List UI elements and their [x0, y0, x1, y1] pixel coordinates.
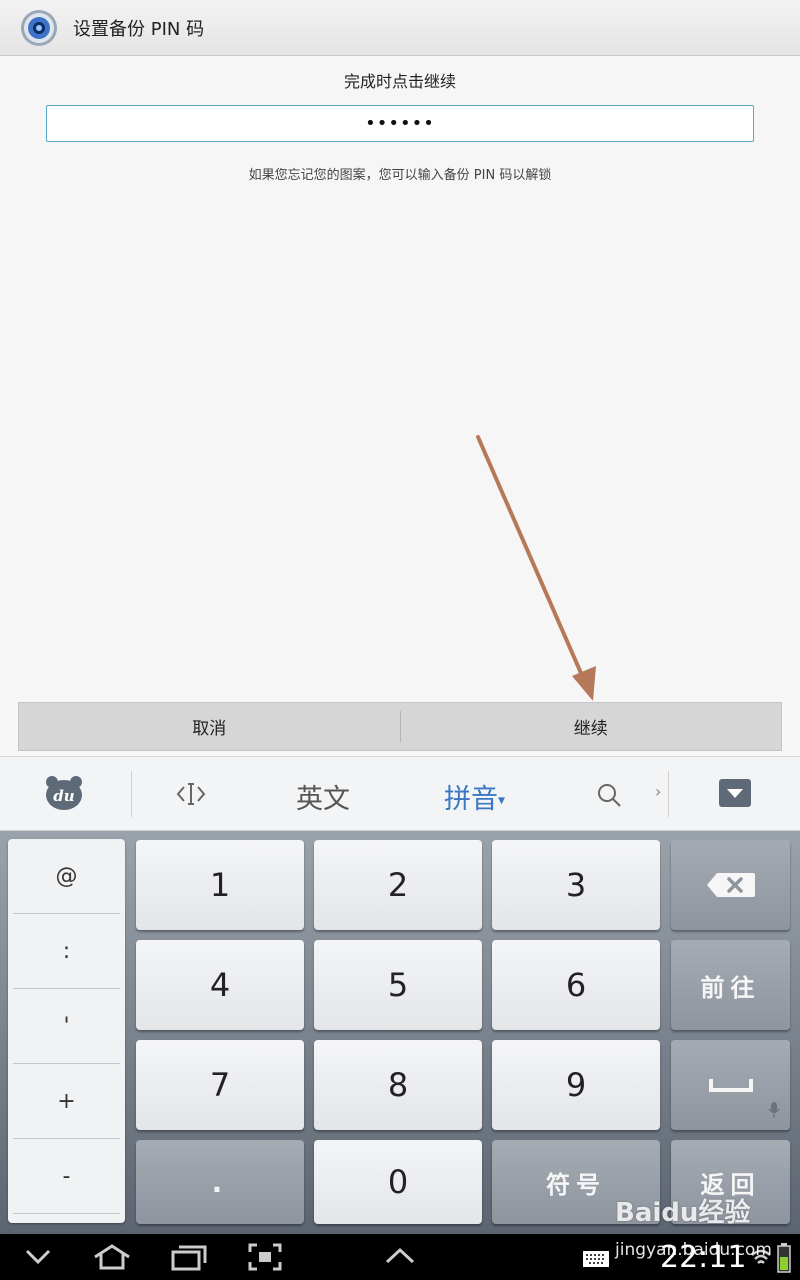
digit-key[interactable]: 1 — [136, 840, 304, 930]
symbol-key[interactable]: - — [13, 1139, 120, 1214]
english-mode[interactable]: 英文 — [296, 777, 350, 816]
du-logo-icon[interactable]: du — [45, 774, 83, 812]
digit-key[interactable]: 2 — [314, 840, 482, 930]
dot-key[interactable]: . — [136, 1140, 304, 1224]
home-icon[interactable] — [92, 1243, 132, 1271]
more-arrow-icon[interactable]: › — [655, 782, 661, 801]
content-area: 完成时点击继续 •••••• 如果您忘记您的图案，您可以输入备份 PIN 码以解… — [0, 56, 800, 756]
digit-key[interactable]: 4 — [136, 940, 304, 1030]
digit-key[interactable]: 7 — [136, 1040, 304, 1130]
hide-keyboard-icon[interactable] — [718, 778, 752, 808]
digit-key[interactable]: 8 — [314, 1040, 482, 1130]
symbol-key[interactable]: ' — [13, 989, 120, 1064]
keyboard: @ : ' + - 1 2 3 4 5 6 前往 7 8 9 . 0 符号 返回 — [0, 831, 800, 1234]
search-icon[interactable] — [596, 782, 622, 808]
chevron-down-icon[interactable] — [24, 1243, 52, 1271]
settings-gear-icon — [21, 9, 57, 46]
symbol-key[interactable]: : — [13, 914, 120, 989]
pinyin-mode[interactable]: 拼音▾ — [444, 777, 505, 816]
recent-apps-icon[interactable] — [170, 1243, 208, 1271]
divider — [131, 771, 132, 817]
screenshot-icon[interactable] — [248, 1243, 282, 1271]
cancel-button[interactable]: 取消 — [19, 703, 400, 750]
action-bar: 取消 继续 — [18, 702, 782, 751]
cursor-icon[interactable] — [175, 781, 207, 807]
continue-button[interactable]: 继续 — [401, 703, 782, 750]
digit-key[interactable]: 9 — [492, 1040, 660, 1130]
microphone-icon — [768, 1102, 780, 1118]
go-key[interactable]: 前往 — [671, 940, 790, 1030]
page-title: 设置备份 PIN 码 — [73, 18, 205, 40]
symbol-column: @ : ' + - — [8, 839, 125, 1223]
system-nav-bar: 22:11 jingyan.baidu.com — [0, 1234, 800, 1280]
backspace-key[interactable] — [671, 840, 790, 930]
ime-candidate-bar: du 英文 拼音▾ › — [0, 756, 800, 831]
digit-key[interactable]: 6 — [492, 940, 660, 1030]
backspace-icon — [706, 873, 755, 897]
title-bar: 设置备份 PIN 码 — [0, 0, 800, 56]
space-key[interactable] — [671, 1040, 790, 1130]
keyboard-status-icon — [583, 1251, 609, 1267]
watermark-brand: Baidu经验 — [615, 1198, 751, 1228]
digit-key[interactable]: 0 — [314, 1140, 482, 1224]
dropdown-triangle-icon: ▾ — [498, 792, 506, 809]
divider — [668, 771, 669, 817]
watermark-url: jingyan.baidu.com — [615, 1240, 772, 1260]
annotation-arrow — [476, 435, 596, 701]
digit-key[interactable]: 3 — [492, 840, 660, 930]
digit-key[interactable]: 5 — [314, 940, 482, 1030]
symbol-key[interactable]: @ — [13, 839, 120, 914]
battery-icon — [777, 1243, 791, 1273]
chevron-up-icon[interactable] — [384, 1243, 416, 1271]
symbol-key[interactable]: + — [13, 1064, 120, 1139]
space-bar-icon — [708, 1079, 753, 1092]
pinyin-label: 拼音 — [444, 784, 498, 815]
svg-text:du: du — [53, 787, 74, 805]
